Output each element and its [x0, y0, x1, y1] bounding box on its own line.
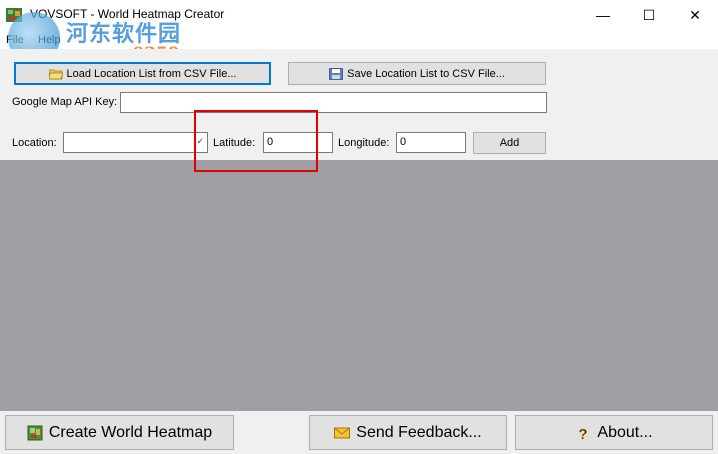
about-button[interactable]: ? About... — [515, 415, 713, 450]
add-button[interactable]: Add — [473, 132, 546, 154]
send-feedback-label: Send Feedback... — [356, 423, 482, 441]
highlight-box — [194, 110, 318, 172]
window-title: VOVSOFT - World Heatmap Creator — [30, 7, 225, 21]
send-feedback-button[interactable]: Send Feedback... — [309, 415, 507, 450]
longitude-input[interactable]: 0 — [396, 132, 466, 153]
maximize-button[interactable]: ☐ — [626, 0, 672, 30]
question-mark-icon: ? — [579, 425, 589, 441]
tool-panel: Load Location List from CSV File... Save… — [0, 49, 718, 161]
save-csv-label: Save Location List to CSV File... — [347, 67, 505, 80]
minimize-icon: — — [596, 7, 610, 23]
longitude-label: Longitude: — [338, 137, 390, 149]
load-csv-button[interactable]: Load Location List from CSV File... — [14, 62, 271, 85]
menu-bar: File Help — [0, 30, 718, 49]
save-csv-button[interactable]: Save Location List to CSV File... — [288, 62, 546, 85]
menu-file[interactable]: File — [6, 34, 24, 46]
add-button-label: Add — [499, 137, 520, 149]
location-label: Location: — [12, 137, 57, 149]
maximize-icon: ☐ — [642, 6, 656, 23]
minimize-button[interactable]: — — [580, 0, 626, 30]
load-csv-label: Load Location List from CSV File... — [66, 67, 237, 80]
heatmap-canvas[interactable] — [0, 161, 718, 411]
api-key-label: Google Map API Key: — [12, 96, 118, 108]
floppy-disk-icon — [329, 67, 344, 80]
create-heatmap-label: Create World Heatmap — [48, 423, 213, 441]
menu-help[interactable]: Help — [38, 34, 61, 46]
title-bar: VOVSOFT - World Heatmap Creator — ☐ ✕ — [0, 0, 718, 30]
folder-open-icon — [48, 69, 63, 79]
heatmap-app-icon — [6, 8, 22, 22]
map-create-icon — [27, 425, 43, 440]
create-heatmap-button[interactable]: Create World Heatmap — [5, 415, 234, 450]
close-icon: ✕ — [689, 6, 701, 23]
api-key-input[interactable] — [120, 92, 547, 113]
svg-text:?: ? — [579, 426, 588, 441]
location-combobox[interactable]: ✓ — [63, 132, 208, 153]
about-label: About... — [597, 423, 653, 441]
close-button[interactable]: ✕ — [672, 0, 718, 30]
bottom-bar: Create World Heatmap Send Feedback... ? … — [0, 411, 718, 454]
envelope-icon — [334, 427, 351, 438]
